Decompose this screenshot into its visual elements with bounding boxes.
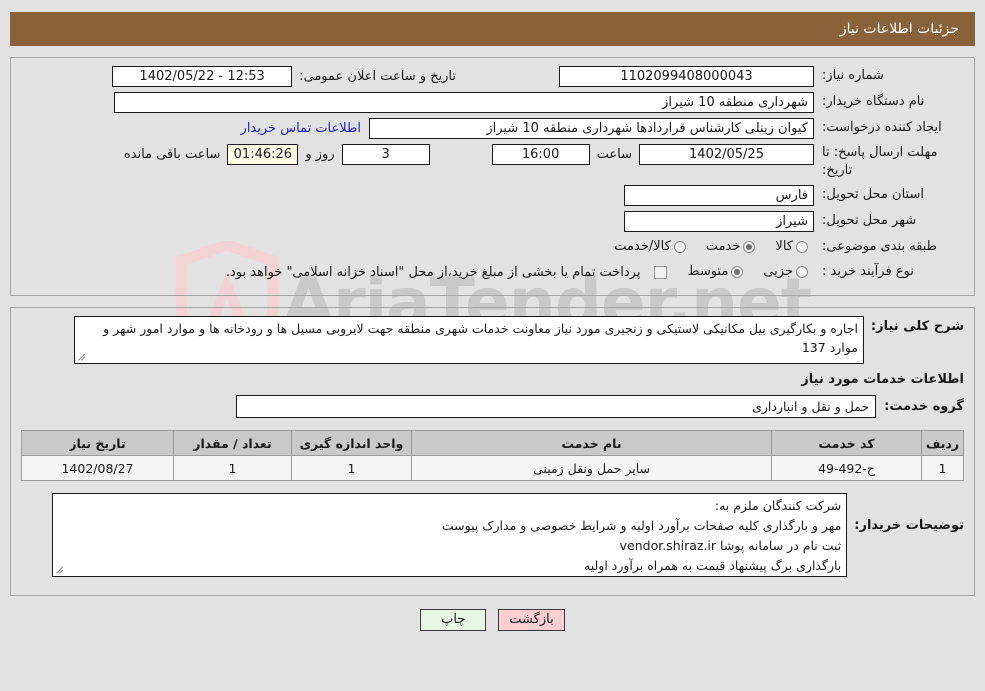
table-col-header-1: کد خدمت xyxy=(771,430,922,456)
table-col-header-0: ردیف xyxy=(921,430,964,456)
print-button[interactable]: چاپ xyxy=(420,609,487,631)
buyer-notes-textarea[interactable]: شرکت کنندگان ملزم به: مهر و بارگذاری کلی… xyxy=(52,493,848,577)
category-label: طبقه بندی موضوعی: xyxy=(822,239,938,254)
table-body: 1 ح-492-49 سایر حمل ونقل زمینی 1 1 1402/08/27 xyxy=(21,455,964,481)
buyer-org-label: نام دستگاه خریدار: xyxy=(822,94,925,109)
service-group-field[interactable]: حمل و نقل و انبارداری xyxy=(236,395,877,418)
deadline-date-field[interactable]: 1402/05/25 xyxy=(639,144,814,165)
services-table: ردیف کد خدمت نام خدمت واحد اندازه گیری تعداد… xyxy=(21,430,964,481)
table-cell-5: 1402/08/27 xyxy=(21,455,174,481)
remaining-days-label: روز و xyxy=(305,147,335,162)
remaining-time-countdown: 01:46:26 xyxy=(227,144,299,165)
row-process-type: نوع فرآیند خرید : جزیی متوسط پرداخت تمام… xyxy=(21,262,964,283)
buyer-org-field[interactable]: شهرداری منطقه 10 شیراز xyxy=(114,92,814,113)
province-field[interactable]: فارس xyxy=(624,185,814,206)
page-title: جزئیات اطلاعات نیاز xyxy=(839,21,959,37)
row-category: طبقه بندی موضوعی: کالا خدمت کالا/خدمت xyxy=(21,237,964,257)
need-number-field[interactable]: 1102099408000043 xyxy=(559,66,814,87)
row-buyer-notes: توضیحات خریدار: شرکت کنندگان ملزم به: مه… xyxy=(21,493,964,577)
city-field[interactable]: شیراز xyxy=(624,211,814,232)
process-type-label: نوع فرآیند خرید : xyxy=(822,264,914,279)
table-cell-2: سایر حمل ونقل زمینی xyxy=(411,455,772,481)
province-label: استان محل تحویل: xyxy=(822,187,924,202)
row-city: شهر محل تحویل: شیراز xyxy=(21,211,964,232)
resize-grip-icon[interactable] xyxy=(77,352,87,362)
row-buyer-org: نام دستگاه خریدار: شهرداری منطقه 10 شیرا… xyxy=(21,92,964,113)
city-label-text: شهر محل تحویل: xyxy=(822,213,917,228)
radio-category-kala-khedmat-label: کالا/خدمت xyxy=(614,239,671,254)
deadline-hour-field[interactable]: 16:00 xyxy=(491,144,590,165)
services-panel: شرح کلی نیاز: اجاره و بکارگیری بیل مکانی… xyxy=(10,307,975,596)
buyer-notes-label: توضیحات خریدار: xyxy=(854,518,964,533)
radio-process-motavasset-label: متوسط xyxy=(687,264,729,279)
table-col-header-3: واحد اندازه گیری xyxy=(291,430,412,456)
action-buttons: بازگشت چاپ xyxy=(0,609,985,631)
table-cell-0: 1 xyxy=(921,455,964,481)
radio-category-kala-label: کالا xyxy=(775,239,793,254)
checkbox-islamic-treasury[interactable] xyxy=(654,266,668,279)
description-textarea[interactable]: اجاره و بکارگیری بیل مکانیکی لاستیکی و ز… xyxy=(73,316,864,364)
radio-process-jozii[interactable] xyxy=(796,266,808,278)
row-deadline: مهلت ارسال پاسخ: تا تاریخ: 1402/05/25 سا… xyxy=(21,144,964,180)
table-cell-3: 1 xyxy=(291,455,412,481)
remaining-time-label: ساعت باقی مانده xyxy=(123,147,221,162)
announce-datetime-label: تاریخ و ساعت اعلان عمومی: xyxy=(299,69,456,84)
radio-category-khedmat-label: خدمت xyxy=(705,239,741,254)
service-group-label: گروه خدمت: xyxy=(884,399,964,414)
deadline-label: مهلت ارسال پاسخ: تا تاریخ: xyxy=(822,145,938,178)
back-button[interactable]: بازگشت xyxy=(498,609,565,631)
page-root: AriaTender.net جزئیات اطلاعات نیاز شماره… xyxy=(0,0,985,691)
deadline-hour-label: ساعت xyxy=(596,147,632,162)
resize-grip-icon-2[interactable] xyxy=(55,565,65,575)
table-col-header-4: تعداد / مقدار xyxy=(173,430,292,456)
need-info-panel: شماره نیاز: 1102099408000043 تاریخ و ساع… xyxy=(10,57,975,296)
radio-category-khedmat[interactable] xyxy=(743,241,756,253)
radio-process-motavasset[interactable] xyxy=(731,266,744,278)
radio-process-jozii-label: جزیی xyxy=(763,264,793,279)
radio-category-kala[interactable] xyxy=(796,241,808,253)
table-row[interactable]: 1 ح-492-49 سایر حمل ونقل زمینی 1 1 1402/08/27 xyxy=(21,455,964,481)
description-label: شرح کلی نیاز: xyxy=(870,319,964,334)
row-description: شرح کلی نیاز: اجاره و بکارگیری بیل مکانی… xyxy=(21,316,964,364)
creator-label: ایجاد کننده درخواست: xyxy=(822,120,942,135)
table-header-row: ردیف کد خدمت نام خدمت واحد اندازه گیری تعداد… xyxy=(21,430,964,456)
city-label: شهر محل تحویل: xyxy=(814,211,964,231)
table-cell-1: ح-492-49 xyxy=(771,455,922,481)
row-service-group: گروه خدمت: حمل و نقل و انبارداری xyxy=(21,395,964,418)
buyer-contact-link[interactable]: اطلاعات تماس خریدار xyxy=(233,118,369,139)
services-section-heading: اطلاعات خدمات مورد نیاز xyxy=(801,372,964,387)
radio-category-kala-khedmat[interactable] xyxy=(673,241,686,253)
creator-field[interactable]: کیوان زینلی کارشناس قراردادها شهرداری من… xyxy=(369,118,814,139)
table-col-header-2: نام خدمت xyxy=(411,430,772,456)
row-creator: ایجاد کننده درخواست: کیوان زینلی کارشناس… xyxy=(21,118,964,139)
announce-datetime-field[interactable]: 12:53 - 1402/05/22 xyxy=(112,66,293,87)
page-header: جزئیات اطلاعات نیاز xyxy=(10,12,975,46)
need-number-label: شماره نیاز: xyxy=(822,68,884,83)
islamic-treasury-note: پرداخت تمام یا بخشی از مبلغ خرید،از محل … xyxy=(225,265,641,280)
row-province: استان محل تحویل: فارس xyxy=(21,185,964,206)
row-need-number: شماره نیاز: 1102099408000043 تاریخ و ساع… xyxy=(21,66,964,87)
remaining-days-field[interactable]: 3 xyxy=(341,144,430,165)
table-col-header-5: تاریخ نیاز xyxy=(21,430,174,456)
table-cell-4: 1 xyxy=(173,455,292,481)
